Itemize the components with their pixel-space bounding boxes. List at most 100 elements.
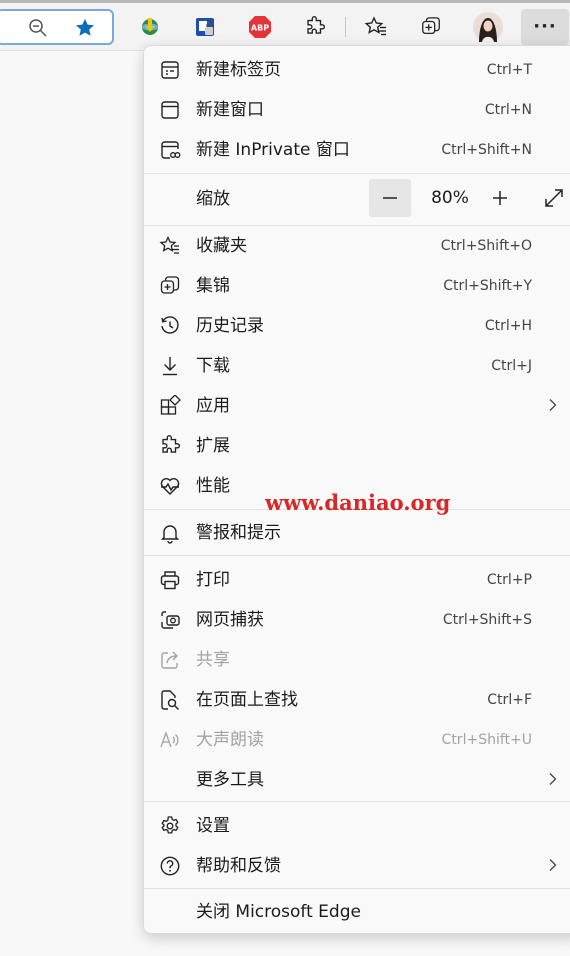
zoom-level-value: 80% <box>431 188 469 208</box>
collections-button[interactable] <box>414 10 448 44</box>
zoom-label: 缩放 <box>196 189 230 209</box>
menu-item-web-capture[interactable]: 网页捕获 Ctrl+Shift+S <box>144 599 570 639</box>
more-options-button[interactable]: ··· <box>521 9 569 45</box>
favorite-star-icon[interactable] <box>74 17 96 39</box>
toolbar-top-border <box>0 0 570 3</box>
menu-item-label: 下载 <box>196 356 230 376</box>
address-bar[interactable] <box>0 9 114 45</box>
toolbar-separator <box>345 17 346 37</box>
menu-item-label: 警报和提示 <box>196 523 281 543</box>
menu-item-label: 新建标签页 <box>196 60 281 80</box>
menu-item-shortcut: Ctrl+P <box>486 572 532 588</box>
more-options-icon: ··· <box>533 16 557 37</box>
apps-icon <box>160 395 181 415</box>
menu-item-find-on-page[interactable]: 在页面上查找 Ctrl+F <box>144 679 570 719</box>
menu-item-shortcut: Ctrl+T <box>486 62 532 78</box>
menu-item-more-tools[interactable]: 更多工具 <box>144 759 570 799</box>
full-screen-icon <box>545 189 563 207</box>
menu-item-label: 性能 <box>196 476 230 496</box>
menu-divider <box>144 801 570 802</box>
adblock-plus-icon: ABP <box>249 16 271 38</box>
plus-icon <box>493 191 507 205</box>
menu-item-shortcut: Ctrl+Shift+U <box>441 732 532 748</box>
menu-divider <box>144 888 570 889</box>
menu-item-new-inprivate-window[interactable]: 新建 InPrivate 窗口 Ctrl+Shift+N <box>144 129 570 169</box>
chevron-right-icon <box>549 773 557 785</box>
extensions-puzzle-icon <box>162 435 181 453</box>
menu-item-extensions[interactable]: 扩展 <box>144 425 570 465</box>
menu-divider <box>144 555 570 556</box>
menu-item-favorites[interactable]: 收藏夹 Ctrl+Shift+O <box>144 225 570 265</box>
menu-item-shortcut: Ctrl+J <box>491 358 532 374</box>
menu-item-close-edge[interactable]: 关闭 Microsoft Edge <box>144 891 570 931</box>
menu-item-print[interactable]: 打印 Ctrl+P <box>144 559 570 599</box>
menu-item-label: 打印 <box>196 570 230 590</box>
menu-item-new-tab[interactable]: 新建标签页 Ctrl+T <box>144 49 570 89</box>
collections-icon <box>422 17 440 35</box>
profile-avatar <box>473 12 503 42</box>
menu-item-new-window[interactable]: 新建窗口 Ctrl+N <box>144 89 570 129</box>
menu-item-downloads[interactable]: 下载 Ctrl+J <box>144 345 570 385</box>
menu-item-label: 更多工具 <box>196 770 264 790</box>
menu-divider <box>144 173 570 174</box>
menu-item-shortcut: Ctrl+Shift+O <box>440 238 532 254</box>
chevron-right-icon <box>549 859 557 871</box>
favorites-button[interactable] <box>359 10 393 44</box>
extensions-button[interactable] <box>298 10 332 44</box>
menu-item-label: 新建 InPrivate 窗口 <box>196 140 350 160</box>
web-capture-icon <box>161 611 180 629</box>
profile-button[interactable] <box>471 10 505 44</box>
download-icon <box>163 357 177 376</box>
performance-heart-icon <box>160 478 180 495</box>
menu-item-help-and-feedback[interactable]: 帮助和反馈 <box>144 845 570 885</box>
abp-label: ABP <box>251 24 269 33</box>
menu-item-shortcut: Ctrl+Shift+Y <box>443 278 532 294</box>
menu-item-collections[interactable]: 集锦 Ctrl+Shift+Y <box>144 265 570 305</box>
extensions-puzzle-icon <box>307 16 326 34</box>
help-icon <box>160 856 180 876</box>
gear-icon <box>161 816 179 834</box>
menu-item-alerts-and-tips[interactable]: 警报和提示 <box>144 512 570 552</box>
menu-item-label: 设置 <box>196 816 230 836</box>
menu-item-label: 扩展 <box>196 436 230 456</box>
menu-item-apps[interactable]: 应用 <box>144 385 570 425</box>
bell-icon <box>160 525 180 544</box>
menu-item-label: 在页面上查找 <box>196 690 298 710</box>
find-on-page-icon <box>161 690 179 710</box>
menu-item-shortcut: Ctrl+F <box>487 692 532 708</box>
full-screen-button[interactable] <box>533 179 570 217</box>
menu-item-label: 收藏夹 <box>196 236 247 256</box>
lock-extension-button[interactable] <box>188 10 222 44</box>
new-tab-icon <box>161 61 179 79</box>
browser-toolbar: ABP ··· <box>0 0 570 50</box>
adblock-plus-button[interactable]: ABP <box>243 10 277 44</box>
menu-item-shortcut: Ctrl+H <box>484 318 532 334</box>
menu-item-shortcut: Ctrl+Shift+S <box>442 612 532 628</box>
share-icon <box>161 651 178 669</box>
collections-icon <box>160 276 180 294</box>
favorites-icon <box>364 16 386 36</box>
menu-item-label: 历史记录 <box>196 316 264 336</box>
zoom-out-icon[interactable] <box>28 18 48 38</box>
menu-item-shortcut: Ctrl+Shift+N <box>441 142 532 158</box>
idm-extension-icon <box>142 18 158 35</box>
new-window-icon <box>161 101 179 119</box>
read-aloud-icon <box>160 731 179 748</box>
menu-item-share[interactable]: 共享 <box>144 639 570 679</box>
zoom-in-button[interactable] <box>479 179 521 217</box>
lock-extension-icon <box>196 18 214 36</box>
menu-item-settings[interactable]: 设置 <box>144 805 570 845</box>
chevron-right-icon <box>549 399 557 411</box>
menu-item-history[interactable]: 历史记录 Ctrl+H <box>144 305 570 345</box>
zoom-out-button[interactable] <box>369 179 411 217</box>
minus-icon <box>383 197 397 199</box>
printer-icon <box>160 571 180 590</box>
menu-item-read-aloud[interactable]: 大声朗读 Ctrl+Shift+U <box>144 719 570 759</box>
menu-item-label: 网页捕获 <box>196 610 264 630</box>
menu-item-label: 大声朗读 <box>196 730 264 750</box>
watermark-text: www.daniao.org <box>265 490 451 515</box>
favorites-icon <box>159 235 179 254</box>
menu-item-label: 共享 <box>196 650 230 670</box>
menu-item-shortcut: Ctrl+N <box>484 102 532 118</box>
idm-extension-button[interactable] <box>133 10 167 44</box>
